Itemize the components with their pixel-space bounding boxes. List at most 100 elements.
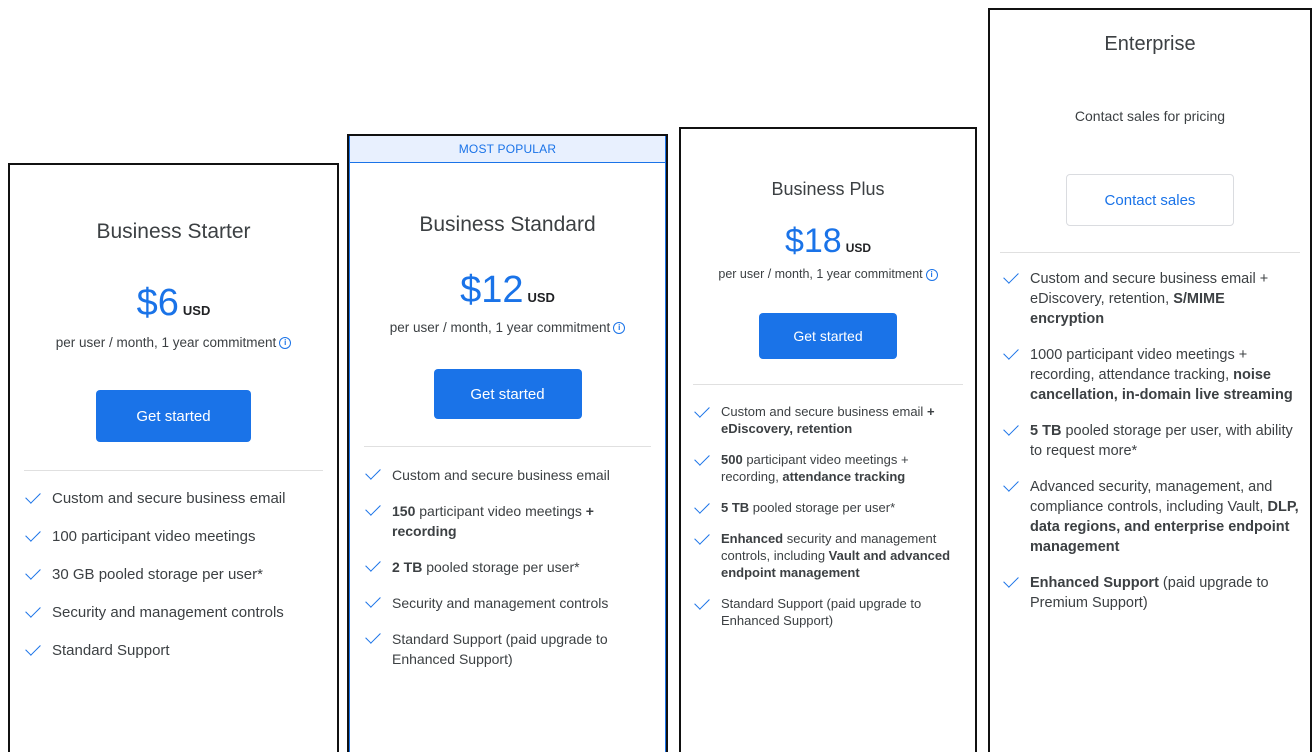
plan-price: $6 USD xyxy=(10,282,337,325)
feature-text: 100 participant video meetings xyxy=(52,528,256,545)
feature-text: Custom and secure business email + eDisc… xyxy=(1030,271,1269,307)
check-icon xyxy=(365,500,381,516)
feature-item: Custom and secure business email xyxy=(20,488,327,509)
feature-list: Custom and secure business email 100 part… xyxy=(20,488,327,661)
get-started-button[interactable]: Get started xyxy=(96,390,251,442)
feature-item: 150 participant video meetings + recordi… xyxy=(360,500,655,541)
price-amount: $12 xyxy=(460,269,524,311)
feature-text: pooled storage per user* xyxy=(422,559,580,575)
commitment-text: per user / month, 1 year commitment i xyxy=(350,320,665,335)
get-started-button[interactable]: Get started xyxy=(433,369,582,419)
feature-text: Standard Support xyxy=(52,642,170,659)
feature-highlight: Enhanced Support xyxy=(1030,575,1159,591)
check-icon xyxy=(25,488,41,504)
check-icon xyxy=(694,529,710,545)
feature-text: Custom and secure business email xyxy=(392,467,610,483)
divider xyxy=(693,384,963,385)
check-icon xyxy=(365,592,381,608)
feature-text: Standard Support (paid upgrade to Enhanc… xyxy=(392,631,608,667)
feature-item: 500 participant video meetings + recordi… xyxy=(689,450,967,485)
feature-text: pooled storage per user* xyxy=(749,500,896,515)
plan-price: $18 USD xyxy=(681,222,975,261)
plan-card-business-plus: Business Plus $18 USD per user / month, 1… xyxy=(679,127,977,752)
check-icon xyxy=(1003,344,1019,360)
feature-text: pooled storage per user, with ability to… xyxy=(1030,423,1293,459)
commitment-text: per user / month, 1 year commitment i xyxy=(10,335,337,350)
check-icon xyxy=(25,640,41,656)
check-icon xyxy=(1003,476,1019,492)
price-currency: USD xyxy=(845,241,872,255)
feature-item: Custom and secure business email + eDisc… xyxy=(998,268,1302,329)
price-amount: $6 xyxy=(136,282,179,324)
feature-text: Security and management controls xyxy=(52,604,284,621)
divider xyxy=(364,446,651,447)
plan-card-inner: MOST POPULAR Business Standard $12 USD pe… xyxy=(349,136,666,752)
feature-highlight: Enhanced xyxy=(721,531,784,546)
feature-item: 5 TB pooled storage per user* xyxy=(689,498,967,516)
feature-item: Standard Support (paid upgrade to Enhanc… xyxy=(360,628,655,669)
plan-name: Business Standard xyxy=(419,213,596,236)
feature-highlight: 500 xyxy=(721,452,743,467)
divider xyxy=(1000,252,1300,253)
check-icon xyxy=(1003,572,1019,588)
check-icon xyxy=(694,402,710,418)
check-icon xyxy=(365,628,381,644)
feature-text: Custom and secure business email xyxy=(721,404,927,419)
info-icon[interactable]: i xyxy=(925,268,938,281)
feature-text: 1000 participant video meetings + record… xyxy=(1030,347,1248,383)
commitment-label: per user / month, 1 year commitment xyxy=(55,335,277,350)
feature-item: Security and management controls xyxy=(20,602,327,623)
plan-card-business-standard: MOST POPULAR Business Standard $12 USD pe… xyxy=(347,134,668,752)
feature-text: Custom and secure business email xyxy=(52,490,286,507)
check-icon xyxy=(25,526,41,542)
check-icon xyxy=(25,602,41,618)
feature-list: Custom and secure business email + eDisc… xyxy=(689,402,967,629)
feature-text: participant video meetings xyxy=(415,503,586,519)
feature-item: Security and management controls xyxy=(360,592,655,613)
plan-name: Enterprise xyxy=(1104,33,1196,55)
commitment-text: per user / month, 1 year commitment i xyxy=(681,267,975,281)
check-icon xyxy=(365,556,381,572)
price-currency: USD xyxy=(527,290,555,305)
feature-item: Custom and secure business email xyxy=(360,464,655,485)
feature-highlight: 5 TB xyxy=(721,500,750,515)
check-icon xyxy=(25,564,41,580)
feature-item: 1000 participant video meetings + record… xyxy=(998,344,1302,405)
feature-item: 5 TB pooled storage per user, with abili… xyxy=(998,420,1302,461)
feature-highlight: attendance tracking xyxy=(782,469,906,484)
get-started-button[interactable]: Get started xyxy=(759,313,897,359)
feature-list: Custom and secure business email 150 part… xyxy=(360,464,655,669)
feature-item: 30 GB pooled storage per user* xyxy=(20,564,327,585)
feature-item: Standard Support (paid upgrade to Enhanc… xyxy=(689,594,967,629)
check-icon xyxy=(1003,268,1019,284)
price-currency: USD xyxy=(182,303,211,318)
commitment-label: per user / month, 1 year commitment xyxy=(389,320,611,335)
check-icon xyxy=(694,450,710,466)
feature-text: Security and management controls xyxy=(392,595,609,611)
feature-highlight: 5 TB xyxy=(1030,423,1062,439)
feature-list: Custom and secure business email + eDisc… xyxy=(998,268,1302,613)
plan-price: $12 USD xyxy=(350,269,665,312)
info-icon[interactable]: i xyxy=(279,337,292,350)
feature-item: Standard Support xyxy=(20,640,327,661)
plan-card-business-starter: Business Starter $6 USD per user / month,… xyxy=(8,163,339,752)
feature-text: Standard Support (paid upgrade to Enhanc… xyxy=(721,596,922,628)
contact-pricing-text: Contact sales for pricing xyxy=(1074,108,1226,124)
price-amount: $18 xyxy=(784,222,842,260)
feature-item: Enhanced Support (paid upgrade to Premiu… xyxy=(998,572,1302,613)
feature-highlight: 2 TB xyxy=(392,559,423,575)
feature-text: 30 GB pooled storage per user* xyxy=(52,566,263,583)
check-icon xyxy=(694,498,710,514)
plan-card-enterprise: Enterprise Contact sales for pricing Con… xyxy=(988,8,1312,752)
plan-name: Business Plus xyxy=(771,179,885,199)
check-icon xyxy=(694,594,710,610)
most-popular-badge: MOST POPULAR xyxy=(350,136,665,163)
check-icon xyxy=(365,464,381,480)
contact-sales-button[interactable]: Contact sales xyxy=(1066,174,1234,226)
info-icon[interactable]: i xyxy=(613,322,626,335)
divider xyxy=(24,470,323,471)
feature-text: Advanced security, management, and compl… xyxy=(1030,479,1273,515)
feature-highlight: 150 xyxy=(392,503,416,519)
plan-name: Business Starter xyxy=(96,220,251,243)
feature-item: Custom and secure business email + eDisc… xyxy=(689,402,967,437)
